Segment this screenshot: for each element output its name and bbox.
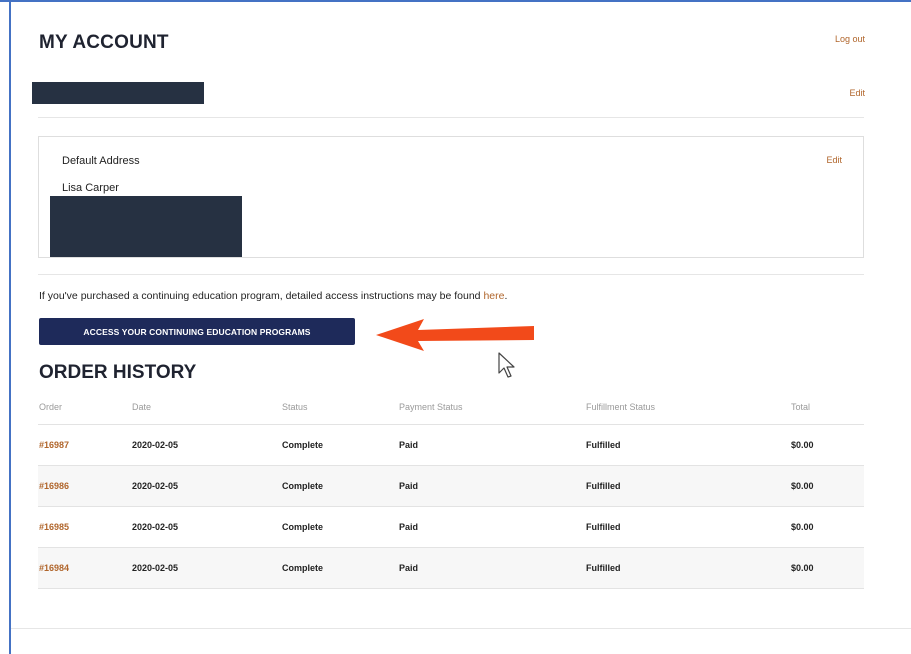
order-number-link[interactable]: #16984 (38, 547, 132, 589)
fulfillment-status: Fulfilled (586, 424, 791, 466)
edit-account-link[interactable]: Edit (849, 88, 865, 98)
address-name: Lisa Carper (62, 182, 119, 194)
fulfillment-status: Fulfilled (586, 547, 791, 589)
fulfillment-status: Fulfilled (586, 506, 791, 548)
payment-status: Paid (399, 506, 586, 548)
order-date: 2020-02-05 (132, 465, 282, 507)
table-row: #16987 2020-02-05 Complete Paid Fulfille… (38, 424, 864, 466)
order-total: $0.00 (791, 547, 864, 589)
continuing-education-note-text: If you've purchased a continuing educati… (39, 290, 484, 302)
order-status: Complete (282, 547, 399, 589)
order-total: $0.00 (791, 506, 864, 548)
order-number-link[interactable]: #16987 (38, 424, 132, 466)
order-history-title: ORDER HISTORY (39, 362, 197, 383)
order-date: 2020-02-05 (132, 506, 282, 548)
payment-status: Paid (399, 465, 586, 507)
mouse-cursor-icon (498, 352, 515, 378)
redacted-account-name (32, 82, 204, 104)
order-history-table: Order Date Status Payment Status Fulfill… (38, 390, 864, 589)
order-number-link[interactable]: #16986 (38, 465, 132, 507)
left-arrow-icon (376, 319, 534, 351)
divider (38, 117, 864, 118)
order-status: Complete (282, 424, 399, 466)
order-total: $0.00 (791, 465, 864, 507)
order-status: Complete (282, 506, 399, 548)
column-header-fulfillment-status: Fulfillment Status (586, 390, 791, 425)
order-total: $0.00 (791, 424, 864, 466)
screenshot-frame-left (9, 0, 11, 654)
payment-status: Paid (399, 547, 586, 589)
edit-address-link[interactable]: Edit (826, 155, 842, 165)
table-row: #16984 2020-02-05 Complete Paid Fulfille… (38, 547, 864, 589)
order-date: 2020-02-05 (132, 547, 282, 589)
table-header-row: Order Date Status Payment Status Fulfill… (38, 390, 864, 425)
divider (38, 274, 864, 275)
fulfillment-status: Fulfilled (586, 465, 791, 507)
order-number-link[interactable]: #16985 (38, 506, 132, 548)
page-title: MY ACCOUNT (39, 32, 169, 53)
access-instructions-link[interactable]: here (483, 290, 504, 302)
column-header-status: Status (282, 390, 399, 425)
footer-divider (11, 628, 911, 629)
continuing-education-note: If you've purchased a continuing educati… (39, 290, 507, 302)
table-row: #16985 2020-02-05 Complete Paid Fulfille… (38, 506, 864, 548)
logout-link[interactable]: Log out (835, 34, 865, 44)
column-header-payment-status: Payment Status (399, 390, 586, 425)
access-continuing-education-button[interactable]: ACCESS YOUR CONTINUING EDUCATION PROGRAM… (39, 318, 355, 345)
order-date: 2020-02-05 (132, 424, 282, 466)
redacted-address (50, 196, 242, 257)
column-header-order: Order (38, 390, 132, 425)
default-address-card: Default Address Edit Lisa Carper (38, 136, 864, 258)
continuing-education-note-end: . (504, 290, 508, 302)
payment-status: Paid (399, 424, 586, 466)
screenshot-frame-top (0, 0, 911, 2)
column-header-total: Total (791, 390, 864, 425)
order-status: Complete (282, 465, 399, 507)
column-header-date: Date (132, 390, 282, 425)
table-row: #16986 2020-02-05 Complete Paid Fulfille… (38, 465, 864, 507)
default-address-label: Default Address (62, 155, 140, 167)
